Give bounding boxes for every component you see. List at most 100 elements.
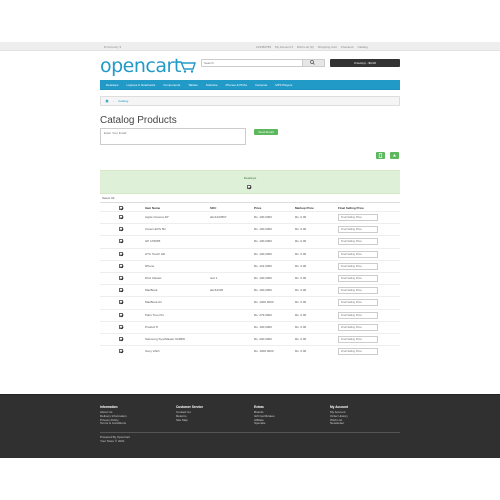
row-price: Rs. 279,9900: [254, 312, 272, 317]
row-checkbox[interactable]: [119, 288, 123, 293]
footer-heading: Customer Service: [176, 405, 204, 409]
header-price: Price: [254, 206, 262, 210]
top-link-wishlist[interactable]: Wish List (0): [297, 45, 314, 49]
final-price-input[interactable]: [338, 287, 378, 295]
send-email-button[interactable]: Send Email: [254, 129, 278, 135]
add-button[interactable]: [390, 152, 399, 159]
menu-item-desktops[interactable]: Desktops: [106, 83, 119, 87]
table-header: Item Name SKU Price Markup Price Final S…: [100, 202, 400, 211]
pdf-button[interactable]: [376, 152, 385, 159]
email-field[interactable]: [100, 128, 246, 145]
final-price-input[interactable]: [338, 226, 378, 234]
final-price-input[interactable]: [338, 262, 378, 270]
search-input[interactable]: [201, 59, 311, 67]
row-checkbox[interactable]: [119, 300, 123, 305]
row-item-name: iPhone: [145, 263, 155, 268]
final-price-input[interactable]: [338, 238, 378, 246]
row-markup-price: Rs. 0.00: [295, 349, 307, 354]
footer-heading: My Account: [330, 405, 348, 409]
row-sku: abc1234567: [210, 215, 227, 219]
footer-heading: Extras: [254, 405, 264, 409]
breadcrumb-catalog[interactable]: Catalog: [118, 99, 128, 103]
menu-item-phones[interactable]: Phones & PDAs: [226, 83, 248, 87]
top-link-catalog[interactable]: Catalog: [357, 45, 367, 49]
currency-dropdown[interactable]: $ Currency ▾: [104, 45, 121, 49]
row-item-name: Product 8: [145, 324, 158, 329]
row-checkbox[interactable]: [119, 336, 123, 341]
row-checkbox[interactable]: [119, 312, 123, 317]
footer-column-extras: Extras Brands Gift Certificates Affiliat…: [254, 405, 275, 426]
row-markup-price: Rs. 0.00: [295, 336, 307, 341]
row-item-name: Samsung SyncMaster 941BW: [145, 336, 186, 341]
row-checkbox[interactable]: [119, 227, 123, 232]
table-row: iPhone Rs. 101,0000 Rs. 0.00: [100, 259, 400, 272]
row-checkbox[interactable]: [119, 324, 123, 329]
table-row: Palm Treo Pro Rs. 279,9900 Rs. 0.00: [100, 308, 400, 321]
footer-heading: Information: [100, 405, 118, 409]
cart-button[interactable]: 0 item(s) - $0.00: [330, 59, 400, 67]
top-links: 123456789 My Account ▾ Wish List (0) Sho…: [256, 45, 368, 49]
category-title: Desktops: [243, 176, 257, 180]
breadcrumb-separator: ›: [113, 99, 114, 103]
products-table: Item Name SKU Price Markup Price Final S…: [100, 202, 400, 357]
home-icon[interactable]: [105, 99, 109, 103]
table-row: Samsung SyncMaster 941BW Rs. 200,0000 Rs. …: [100, 332, 400, 345]
row-markup-price: Rs. 0.00: [295, 275, 307, 280]
table-row: iPod Classic test 1 Rs. 100,0000 Rs. 0.00: [100, 271, 400, 284]
table-row: MacBook abc12345 Rs. 100,0000 Rs. 0.00: [100, 284, 400, 296]
row-checkbox[interactable]: [119, 251, 123, 256]
row-item-name: MacBook Air: [145, 300, 162, 305]
final-price-input[interactable]: [338, 299, 378, 307]
final-price-input[interactable]: [338, 348, 378, 356]
row-item-name: HTC Touch HD: [145, 251, 166, 256]
final-price-input[interactable]: [338, 323, 378, 331]
footer-column-customer-service: Customer Service Contact Us Returns Site…: [176, 405, 203, 422]
row-item-name: Palm Treo Pro: [145, 312, 165, 317]
logo-cart-icon: [177, 61, 196, 73]
row-checkbox[interactable]: [119, 215, 123, 219]
footer-column-my-account: My Account My Account Order History Wish…: [330, 405, 348, 426]
menu-item-cameras[interactable]: Cameras: [255, 83, 267, 87]
row-price: Rs. 200,0000: [254, 336, 272, 341]
top-link-phone[interactable]: 123456789: [256, 45, 271, 49]
select-all-label[interactable]: Select All: [102, 196, 114, 200]
row-item-name: Apple Cinema 30": [145, 215, 170, 219]
row-price: Rs. 100,0000: [254, 275, 272, 280]
menu-item-software[interactable]: Software: [206, 83, 218, 87]
final-price-input[interactable]: [338, 274, 378, 282]
row-markup-price: Rs. 0.00: [295, 312, 307, 317]
category-checkbox[interactable]: [247, 185, 251, 189]
menu-item-laptops[interactable]: Laptops & Notebooks: [127, 83, 156, 87]
row-item-name: MacBook: [145, 288, 158, 293]
top-link-cart[interactable]: Shopping Cart: [318, 45, 337, 49]
footer-link[interactable]: Terms & Conditions: [100, 422, 127, 426]
final-price-input[interactable]: [338, 335, 378, 343]
row-price: Rs. 100,0000: [254, 215, 272, 219]
final-price-input[interactable]: [338, 250, 378, 258]
row-checkbox[interactable]: [119, 263, 123, 268]
footer-column-information: Information About Us Delivery Informatio…: [100, 405, 127, 426]
row-item-name: Sony VAIO: [145, 349, 160, 354]
plus-icon: [393, 154, 396, 157]
main-menu: Desktops Laptops & Notebooks Components …: [100, 80, 400, 90]
top-link-account[interactable]: My Account ▾: [275, 45, 293, 49]
footer-link[interactable]: Specials: [254, 422, 275, 426]
menu-item-mp3[interactable]: MP3 Players: [275, 83, 292, 87]
table-row: Apple Cinema 30" abc1234567 Rs. 100,0000 Rs…: [100, 211, 400, 223]
row-item-name: Canon EOS 5D: [145, 227, 166, 232]
row-price: Rs. 101,0000: [254, 263, 272, 268]
final-price-input[interactable]: [338, 311, 378, 319]
footer-link[interactable]: Newsletter: [330, 422, 348, 426]
row-checkbox[interactable]: [119, 275, 123, 280]
header-checkbox[interactable]: [119, 206, 123, 210]
footer-link[interactable]: Site Map: [176, 418, 203, 423]
powered-by: Powered By OpenCart Your Store © 2021: [100, 435, 130, 444]
row-checkbox[interactable]: [119, 349, 123, 354]
row-sku: test 1: [210, 275, 218, 280]
menu-item-tablets[interactable]: Tablets: [188, 83, 198, 87]
menu-item-components[interactable]: Components: [163, 83, 180, 87]
row-checkbox[interactable]: [119, 239, 123, 244]
row-markup-price: Rs. 0.00: [295, 251, 307, 256]
top-link-checkout[interactable]: Checkout: [341, 45, 354, 49]
final-price-input[interactable]: [338, 214, 378, 221]
